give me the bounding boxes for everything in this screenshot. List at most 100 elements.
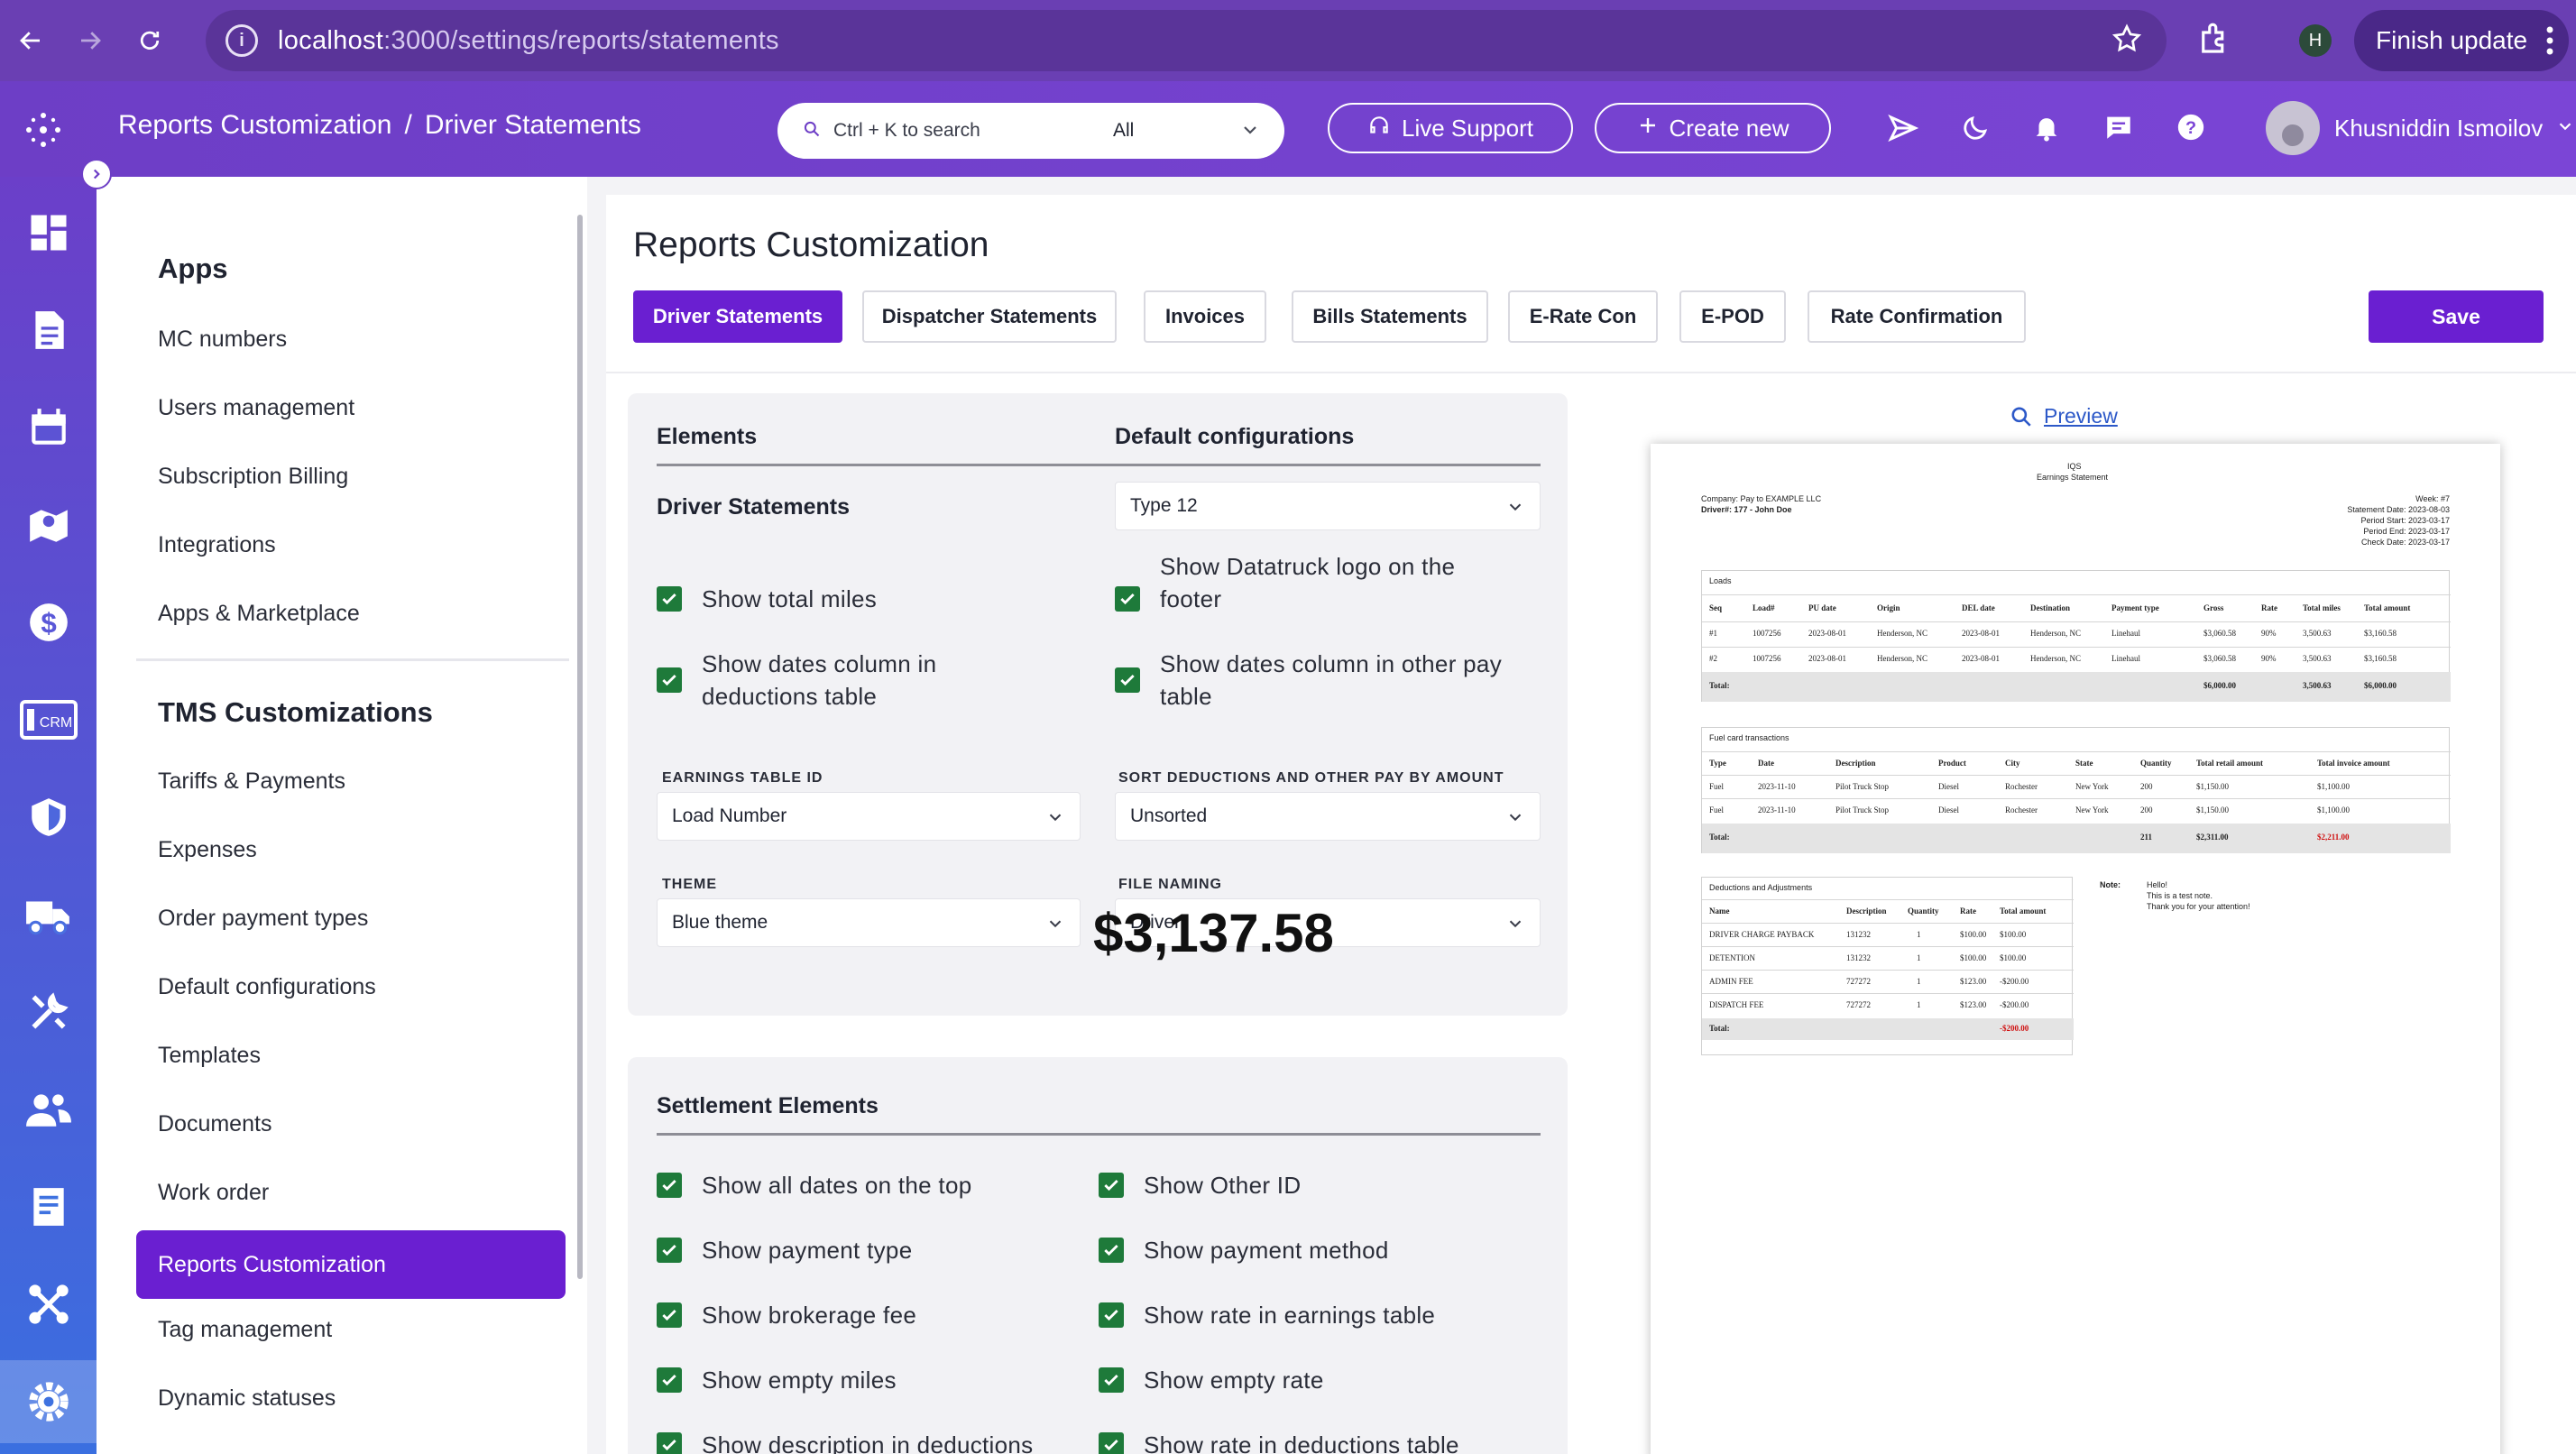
menu-item-tariffs-payments[interactable]: Tariffs & Payments: [158, 768, 345, 795]
tab-driver-statements[interactable]: Driver Statements: [633, 290, 842, 343]
rail-expand-chevron-icon[interactable]: [81, 159, 112, 189]
show-empty-miles-checkbox[interactable]: Show empty miles: [657, 1364, 897, 1396]
send-icon[interactable]: [1887, 112, 1919, 149]
user-menu[interactable]: Khusniddin Ismoilov: [2266, 101, 2575, 155]
dashboard-icon[interactable]: [0, 191, 97, 274]
show-payment-method-checkbox[interactable]: Show payment method: [1099, 1234, 1389, 1266]
back-icon[interactable]: [2, 12, 60, 69]
menu-item-reports-customization[interactable]: Reports Customization: [136, 1230, 566, 1299]
notifications-bell-icon[interactable]: [2031, 112, 2062, 147]
forward-icon[interactable]: [61, 12, 119, 69]
menu-item-mc-numbers[interactable]: MC numbers: [158, 327, 287, 353]
extensions-icon[interactable]: [2195, 20, 2233, 62]
truck-icon[interactable]: [0, 873, 97, 956]
earnings-table-id-value: Load Number: [672, 805, 787, 826]
menu-item-apps-marketplace[interactable]: Apps & Marketplace: [158, 601, 360, 627]
help-icon[interactable]: ?: [2176, 112, 2206, 147]
search-input[interactable]: Ctrl + K to search: [833, 120, 1104, 142]
tab-e-pod[interactable]: E-POD: [1679, 290, 1786, 343]
calendar-icon[interactable]: [0, 386, 97, 469]
show-total-miles-checkbox[interactable]: Show total miles: [657, 583, 877, 615]
settings-gear-icon[interactable]: [0, 1360, 97, 1443]
map-icon[interactable]: [0, 483, 97, 566]
show-datatruck-logo-checkbox[interactable]: Show Datatruck logo on the footer: [1115, 550, 1512, 615]
address-bar[interactable]: i localhost:3000/settings/reports/statem…: [206, 10, 2167, 71]
menu-item-default-configurations[interactable]: Default configurations: [158, 974, 376, 1000]
create-new-button[interactable]: Create new: [1595, 103, 1831, 153]
deductions-cell: 1: [1917, 1000, 1921, 1009]
show-description-deductions-checkbox[interactable]: Show description in deductions: [657, 1429, 1033, 1454]
fuel-cell: 2023-11-10: [1758, 782, 1796, 791]
show-dates-other-pay-checkbox[interactable]: Show dates column in other pay table: [1115, 648, 1512, 713]
show-rate-deductions-checkbox[interactable]: Show rate in deductions table: [1099, 1429, 1459, 1454]
crm-icon[interactable]: CRM: [0, 678, 97, 761]
breadcrumb-parent[interactable]: Reports Customization: [118, 110, 391, 140]
show-payment-type-checkbox[interactable]: Show payment type: [657, 1234, 912, 1266]
menu-item-tag-management[interactable]: Tag management: [158, 1317, 332, 1343]
tab-e-rate-con[interactable]: E-Rate Con: [1508, 290, 1658, 343]
search-scope-select[interactable]: All: [1113, 120, 1134, 142]
menu-item-users-management[interactable]: Users management: [158, 395, 354, 421]
chevron-down-icon: [1045, 807, 1065, 833]
checkbox-label: Show rate in earnings table: [1144, 1302, 1436, 1329]
theme-select[interactable]: Blue theme: [657, 898, 1081, 947]
tab-rate-confirmation[interactable]: Rate Confirmation: [1808, 290, 2026, 343]
menu-item-templates[interactable]: Templates: [158, 1043, 261, 1069]
url-text[interactable]: localhost:3000/settings/reports/statemen…: [278, 26, 779, 56]
user-name: Khusniddin Ismoilov: [2334, 114, 2544, 142]
tab-invoices[interactable]: Invoices: [1144, 290, 1266, 343]
earnings-table-id-select[interactable]: Load Number: [657, 792, 1081, 841]
chevron-down-icon[interactable]: [1239, 119, 1261, 145]
save-button[interactable]: Save: [2369, 290, 2544, 343]
users-icon[interactable]: [0, 1068, 97, 1151]
checkbox-label: Show payment method: [1144, 1237, 1389, 1264]
show-dates-deductions-checkbox[interactable]: Show dates column in deductions table: [657, 648, 1053, 713]
menu-item-work-order[interactable]: Work order: [158, 1180, 269, 1206]
statement-type-select[interactable]: Type 12: [1115, 482, 1541, 530]
sort-deductions-select[interactable]: Unsorted: [1115, 792, 1541, 841]
reload-icon[interactable]: [121, 12, 179, 69]
finish-update-button[interactable]: Finish update: [2354, 10, 2569, 71]
fuel-cell: New York: [2075, 805, 2109, 814]
checkbox-label: Show brokerage fee: [702, 1302, 917, 1329]
menu-item-order-payment-types[interactable]: Order payment types: [158, 906, 368, 932]
checkbox-label: Show Datatruck logo on the footer: [1160, 553, 1456, 612]
reports-icon[interactable]: [0, 1165, 97, 1248]
tools-icon[interactable]: [0, 971, 97, 1054]
checkbox-label: Show dates column in other pay table: [1160, 650, 1502, 710]
bookmark-star-icon[interactable]: [2111, 23, 2143, 60]
more-vert-icon[interactable]: [2545, 24, 2554, 63]
menu-item-integrations[interactable]: Integrations: [158, 532, 276, 558]
security-shield-icon[interactable]: [0, 776, 97, 859]
browser-profile-avatar[interactable]: H: [2299, 24, 2332, 57]
chat-icon[interactable]: [2103, 112, 2134, 147]
live-support-button[interactable]: Live Support: [1328, 103, 1573, 153]
show-all-dates-checkbox[interactable]: Show all dates on the top: [657, 1169, 971, 1201]
menu-item-expenses[interactable]: Expenses: [158, 837, 257, 863]
billing-dollar-icon[interactable]: $: [0, 581, 97, 664]
menu-scrollbar[interactable]: [577, 215, 583, 1279]
deductions-total: -$200.00: [2000, 1024, 2029, 1033]
loads-cell: 90%: [2261, 629, 2277, 638]
menu-item-documents[interactable]: Documents: [158, 1111, 271, 1137]
integrations-icon[interactable]: [0, 1263, 97, 1346]
show-empty-rate-checkbox[interactable]: Show empty rate: [1099, 1364, 1324, 1396]
app-logo-icon[interactable]: [16, 103, 70, 157]
show-brokerage-fee-checkbox[interactable]: Show brokerage fee: [657, 1299, 916, 1331]
preview-driver: Driver#: 177 - John Doe: [1701, 505, 1792, 514]
site-info-icon[interactable]: i: [225, 24, 258, 57]
dark-mode-moon-icon[interactable]: [1961, 112, 1992, 147]
show-rate-earnings-checkbox[interactable]: Show rate in earnings table: [1099, 1299, 1435, 1331]
fuel-header: Total retail amount: [2196, 759, 2264, 768]
menu-item-dynamic-statuses[interactable]: Dynamic statuses: [158, 1385, 336, 1412]
tab-dispatcher-statements[interactable]: Dispatcher Statements: [862, 290, 1117, 343]
documents-icon[interactable]: [0, 289, 97, 372]
preview-link[interactable]: Preview: [2010, 404, 2118, 428]
menu-item-subscription-billing[interactable]: Subscription Billing: [158, 464, 348, 490]
fuel-cell: Pilot Truck Stop: [1835, 805, 1890, 814]
earnings-table-id-label: EARNINGS TABLE ID: [662, 770, 823, 786]
checkbox-label: Show payment type: [702, 1237, 913, 1264]
show-other-id-checkbox[interactable]: Show Other ID: [1099, 1169, 1301, 1201]
global-search[interactable]: Ctrl + K to search All: [777, 103, 1284, 159]
tab-bills-statements[interactable]: Bills Statements: [1292, 290, 1488, 343]
